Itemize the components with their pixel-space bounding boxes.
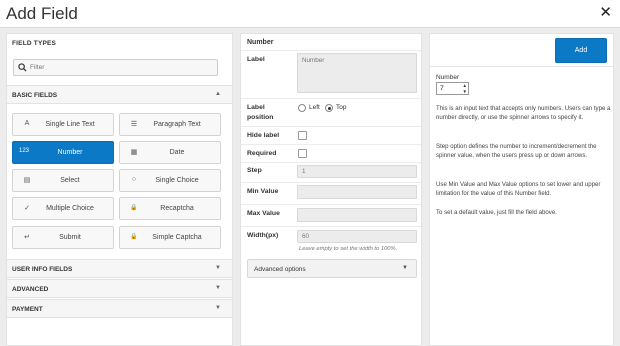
field-options-heading: Number bbox=[247, 39, 274, 46]
position-left-radio[interactable] bbox=[298, 104, 306, 112]
section-advanced[interactable]: ADVANCED ▼ bbox=[7, 279, 232, 298]
divider bbox=[241, 204, 421, 205]
step-label: Step bbox=[247, 167, 262, 174]
field-types-panel: FIELD TYPES BASIC FIELDS ▲ A Single Line… bbox=[6, 33, 233, 346]
field-button-label: Paragraph Text bbox=[153, 121, 201, 128]
position-left-label: Left bbox=[309, 104, 320, 111]
field-single-line-text-button[interactable]: A Single Line Text bbox=[12, 113, 114, 136]
field-button-label: Recaptcha bbox=[160, 205, 194, 212]
field-submit-button[interactable]: ↵ Submit bbox=[12, 226, 114, 249]
section-payment[interactable]: PAYMENT ▼ bbox=[7, 299, 232, 318]
field-types-title: FIELD TYPES bbox=[12, 40, 57, 47]
field-button-label: Single Choice bbox=[155, 177, 199, 184]
section-label: PAYMENT bbox=[12, 306, 43, 313]
step-input[interactable]: 1 bbox=[297, 165, 417, 178]
field-date-button[interactable]: ▦ Date bbox=[119, 141, 221, 164]
modal-title: Add Field bbox=[6, 4, 78, 23]
field-button-label: Number bbox=[57, 149, 83, 156]
filter-input[interactable] bbox=[30, 62, 210, 73]
divider bbox=[241, 182, 421, 183]
field-button-label: Select bbox=[60, 177, 80, 184]
field-button-label: Simple Captcha bbox=[152, 234, 202, 241]
section-basic-fields-label: BASIC FIELDS bbox=[12, 92, 58, 99]
chevron-down-icon: ▼ bbox=[215, 285, 221, 291]
width-input[interactable]: 60 bbox=[297, 230, 417, 243]
description-paragraph: Step option defines the number to increm… bbox=[436, 143, 597, 159]
min-value-input[interactable] bbox=[297, 185, 417, 199]
field-button-label: Submit bbox=[59, 234, 81, 241]
divider bbox=[241, 126, 421, 127]
advanced-options-toggle[interactable]: Advanced options ▼ bbox=[247, 259, 417, 278]
section-basic-fields[interactable]: BASIC FIELDS ▲ bbox=[7, 85, 232, 104]
chevron-down-icon: ▼ bbox=[215, 265, 221, 271]
divider bbox=[241, 144, 421, 145]
field-paragraph-text-button[interactable]: ☰ Paragraph Text bbox=[119, 113, 221, 136]
field-options-panel: Number Label Number Label position Left … bbox=[240, 33, 422, 346]
field-single-choice-button[interactable]: ○ Single Choice bbox=[119, 169, 221, 192]
description-paragraph: Use Min Value and Max Value options to s… bbox=[436, 181, 601, 197]
position-top-label: Top bbox=[336, 104, 347, 111]
divider bbox=[241, 50, 421, 51]
chevron-down-icon: ▼ bbox=[402, 265, 408, 271]
max-value-label: Max Value bbox=[247, 210, 280, 217]
divider bbox=[241, 162, 421, 163]
section-label: ADVANCED bbox=[12, 286, 49, 293]
divider bbox=[241, 226, 421, 227]
field-recaptcha-button[interactable]: 🔒 Recaptcha bbox=[119, 197, 221, 220]
hide-label-checkbox[interactable] bbox=[298, 131, 307, 140]
preview-number-label: Number bbox=[436, 74, 460, 81]
modal-header: Add Field ✕ bbox=[0, 0, 620, 28]
filter-search-box[interactable] bbox=[13, 59, 218, 76]
hide-label-label: Hide label bbox=[247, 132, 280, 139]
field-button-label: Single Line Text bbox=[45, 121, 95, 128]
search-icon bbox=[18, 63, 27, 72]
field-select-button[interactable]: ▤ Select bbox=[12, 169, 114, 192]
spinner-arrows-icon[interactable]: ▲ ▼ bbox=[463, 83, 467, 94]
field-simple-captcha-button[interactable]: 🔒 Simple Captcha bbox=[119, 226, 221, 249]
max-value-input[interactable] bbox=[297, 208, 417, 222]
field-number-button[interactable]: 123 Number bbox=[12, 141, 114, 164]
width-label: Width(px) bbox=[247, 232, 279, 239]
preview-number-input[interactable]: 7 ▲ ▼ bbox=[436, 82, 469, 95]
divider bbox=[430, 66, 613, 67]
description-paragraph: To set a default value, just fill the fi… bbox=[436, 209, 557, 216]
required-checkbox[interactable] bbox=[298, 149, 307, 158]
preview-number-value: 7 bbox=[440, 85, 444, 92]
min-value-label: Min Value bbox=[247, 188, 279, 195]
description-paragraph: This is an input text that accepts only … bbox=[436, 105, 611, 121]
required-label: Required bbox=[247, 150, 277, 157]
advanced-options-label: Advanced options bbox=[254, 266, 306, 273]
chevron-down-icon: ▼ bbox=[215, 305, 221, 311]
section-user-info-fields[interactable]: USER INFO FIELDS ▼ bbox=[7, 259, 232, 278]
divider bbox=[241, 98, 421, 99]
close-icon[interactable]: ✕ bbox=[599, 5, 612, 21]
field-multiple-choice-button[interactable]: ✓ Multiple Choice bbox=[12, 197, 114, 220]
chevron-up-icon: ▲ bbox=[215, 91, 221, 97]
position-top-radio[interactable] bbox=[325, 104, 333, 112]
field-preview-panel: Add Number 7 ▲ ▼ This is an input text th… bbox=[429, 33, 614, 346]
field-button-label: Date bbox=[169, 149, 185, 156]
label-field-label: Label bbox=[247, 56, 265, 63]
field-button-label: Multiple Choice bbox=[46, 205, 94, 212]
label-position-label: Label position bbox=[247, 104, 274, 121]
add-button[interactable]: Add bbox=[555, 38, 607, 63]
section-label: USER INFO FIELDS bbox=[12, 266, 73, 273]
width-hint: Leave empty to set the width to 100%. bbox=[299, 246, 398, 252]
label-textarea[interactable]: Number bbox=[297, 53, 417, 93]
